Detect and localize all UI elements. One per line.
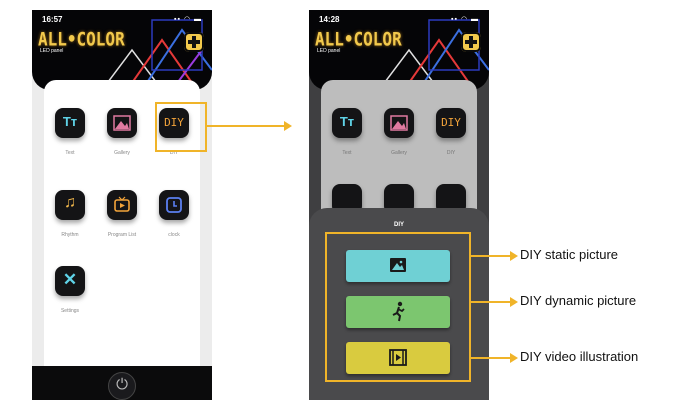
- app-label: Settings: [60, 308, 80, 314]
- gallery-icon: [107, 108, 137, 138]
- gallery-icon: [384, 108, 414, 138]
- power-button[interactable]: ⏻: [108, 372, 136, 400]
- bottom-bar: ⏻: [32, 366, 212, 400]
- app-settings[interactable]: ✕ Settings: [50, 266, 90, 314]
- add-button[interactable]: [461, 32, 481, 52]
- app-gallery[interactable]: Gallery: [102, 108, 142, 156]
- diy-options-highlight-box: [325, 232, 471, 382]
- app-sublogo: LED panel: [40, 48, 64, 54]
- callout-dynamic-picture: DIY dynamic picture: [520, 293, 637, 308]
- arrow-head: [284, 121, 292, 131]
- app-program-list[interactable]: Program List: [102, 190, 142, 238]
- text-icon: Tт: [332, 108, 362, 138]
- app-logo: ALL•COLOR: [38, 28, 125, 50]
- app-label: clock: [168, 232, 180, 238]
- callout-video-illustration: DIY video illustration: [520, 349, 639, 364]
- sheet-title: DIY: [393, 222, 404, 228]
- arrow-line: [207, 125, 285, 127]
- phone-main-screen: 16:57 ▪▪ ◠ ▬ ALL•COLOR LED panel Tт Text…: [32, 10, 212, 400]
- app-sublogo: LED panel: [317, 48, 341, 54]
- app-diy[interactable]: DIY DIY: [431, 108, 471, 156]
- app-text[interactable]: Tт Text: [327, 108, 367, 156]
- app-logo: ALL•COLOR: [315, 28, 402, 50]
- app-label: Program List: [107, 232, 137, 238]
- app-clock[interactable]: clock: [154, 190, 194, 238]
- clock-icon: [159, 190, 189, 220]
- arrow-head: [510, 251, 518, 261]
- music-note-icon: ♫: [55, 190, 85, 220]
- app-header: 16:57 ▪▪ ◠ ▬ ALL•COLOR LED panel: [32, 10, 212, 90]
- app-label: Gallery: [391, 150, 407, 156]
- app-label: Text: [65, 150, 75, 156]
- arrow-line: [471, 301, 511, 303]
- app-gallery[interactable]: Gallery: [379, 108, 419, 156]
- app-header: 14:28 ▪▪ ◠ ▬ ALL•COLOR LED panel: [309, 10, 489, 90]
- app-label: Rhythm: [61, 232, 79, 238]
- tools-icon: ✕: [55, 266, 85, 296]
- app-label: Text: [342, 150, 352, 156]
- app-text[interactable]: Tт Text: [50, 108, 90, 156]
- arrow-line: [471, 255, 511, 257]
- app-label: DIY: [446, 150, 456, 156]
- app-label: Gallery: [114, 150, 130, 156]
- power-icon: ⏻: [116, 376, 128, 393]
- add-button[interactable]: [184, 32, 204, 52]
- diy-icon: DIY: [436, 108, 466, 138]
- tv-icon: [107, 190, 137, 220]
- status-time: 16:57: [42, 15, 63, 24]
- status-icons: ▪▪ ◠ ▬: [174, 16, 202, 23]
- app-rhythm[interactable]: ♫ Rhythm: [50, 190, 90, 238]
- status-time: 14:28: [319, 15, 340, 24]
- diy-highlight-box: [155, 102, 207, 152]
- callout-static-picture: DIY static picture: [520, 247, 619, 262]
- status-icons: ▪▪ ◠ ▬: [451, 16, 479, 23]
- text-icon: Tт: [55, 108, 85, 138]
- arrow-line: [471, 357, 511, 359]
- arrow-head: [510, 297, 518, 307]
- arrow-head: [510, 353, 518, 363]
